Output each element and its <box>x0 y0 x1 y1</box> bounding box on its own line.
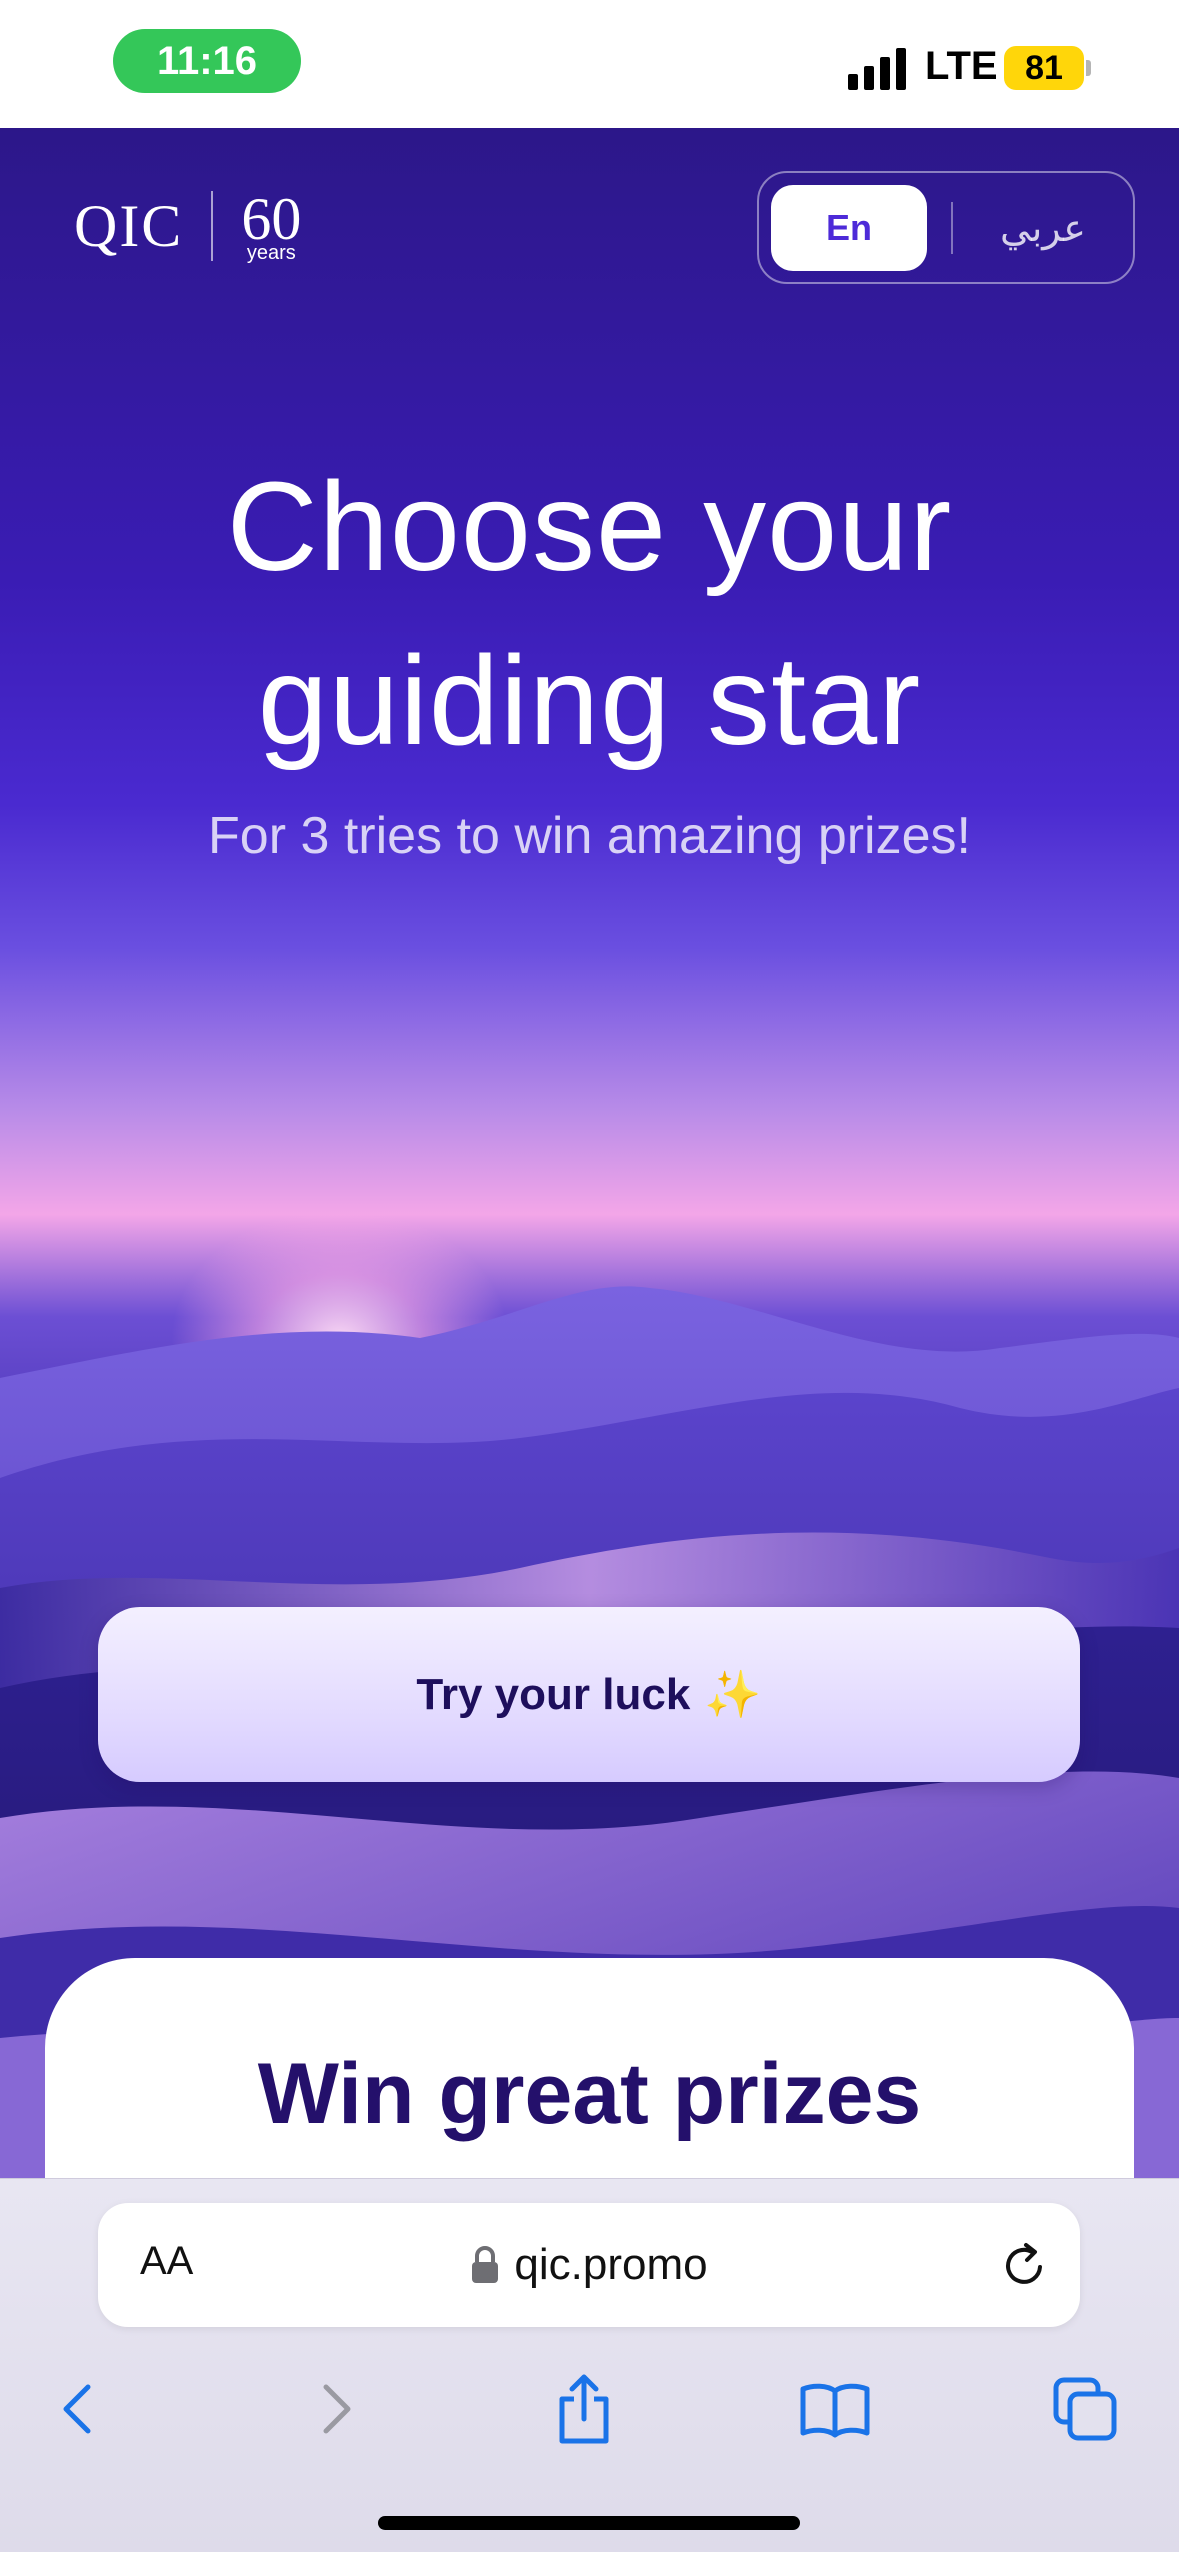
status-bar: 11:16 LTE 81 <box>0 0 1179 128</box>
share-icon <box>559 2374 609 2444</box>
logo-years-number: 60 <box>241 186 302 252</box>
try-your-luck-button[interactable]: Try your luck ✨ <box>98 1607 1080 1782</box>
battery-nub <box>1086 60 1091 76</box>
hero-title-line-2: guiding star <box>257 630 922 771</box>
share-button[interactable] <box>539 2364 629 2454</box>
status-time: 11:16 <box>113 29 301 93</box>
carrier-label: LTE <box>925 44 998 88</box>
language-toggle: En عربي <box>757 171 1135 284</box>
cta-label: Try your luck <box>416 1669 691 1719</box>
logo-divider <box>211 191 214 261</box>
prizes-title: Win great prizes <box>257 2046 922 2142</box>
logo-qic-text: QIC <box>74 192 184 259</box>
hero-title: Choose your guiding star <box>0 440 1179 788</box>
browser-toolbar: AA qic.promo <box>0 2178 1179 2552</box>
hero-section: QIC 60 years En عربي Choose your guiding… <box>0 128 1179 2178</box>
logo-60-years: 60 years <box>241 189 301 263</box>
lang-ar-button[interactable]: عربي <box>953 206 1133 250</box>
address-bar[interactable]: AA qic.promo <box>98 2203 1080 2327</box>
forward-button[interactable] <box>290 2364 380 2454</box>
battery-indicator: 81 <box>1004 46 1084 90</box>
bookmarks-button[interactable] <box>790 2364 880 2454</box>
qic-logo[interactable]: QIC 60 years <box>74 189 301 263</box>
lang-en-button[interactable]: En <box>771 184 927 271</box>
url-display[interactable]: qic.promo <box>98 2203 1080 2327</box>
logo-years-word: years <box>246 242 296 264</box>
bookmarks-icon <box>800 2383 870 2438</box>
browser-nav-row <box>0 2364 1179 2454</box>
hero-subtitle: For 3 tries to win amazing prizes! <box>208 807 971 865</box>
tabs-icon <box>1053 2377 1117 2441</box>
reload-icon[interactable] <box>998 2239 1050 2291</box>
lock-icon <box>472 2246 499 2283</box>
signal-icon <box>848 48 906 90</box>
home-indicator <box>378 2516 800 2530</box>
back-icon <box>63 2384 91 2434</box>
sparkles-icon: ✨ <box>704 1668 762 1720</box>
hero-title-line-1: Choose your <box>226 456 953 597</box>
forward-icon <box>323 2384 351 2434</box>
url-text: qic.promo <box>514 2240 708 2289</box>
tabs-button[interactable] <box>1040 2364 1130 2454</box>
back-button[interactable] <box>34 2364 124 2454</box>
